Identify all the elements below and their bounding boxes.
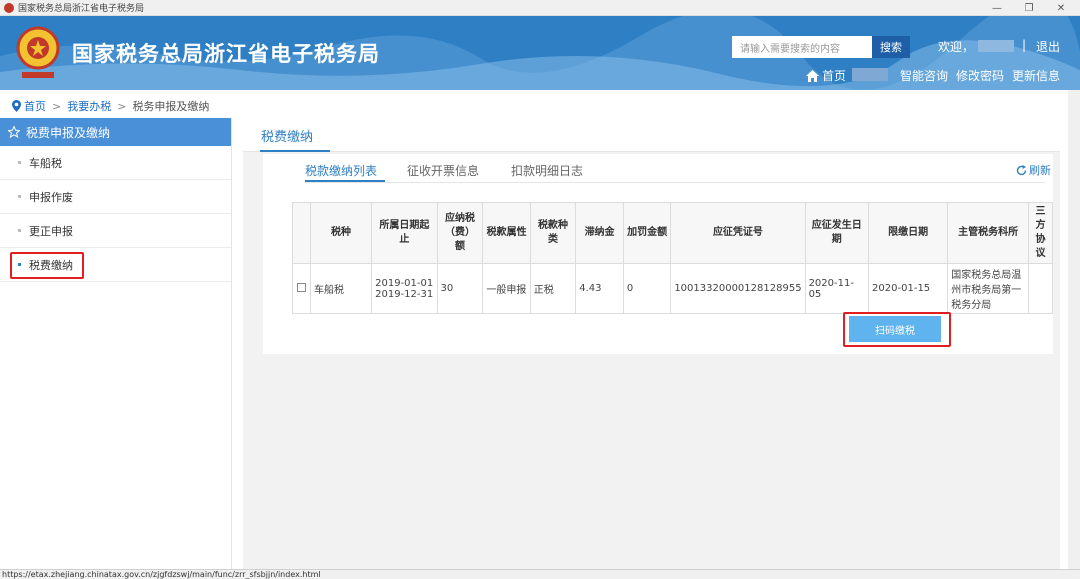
bullet-icon	[18, 229, 21, 232]
cell-occur-date: 2020-11-05	[804, 263, 870, 314]
sidebar: 税费申报及缴纳 车船税 申报作废 更正申报 税费缴纳	[0, 118, 232, 569]
refresh-label: 刷新	[1029, 164, 1051, 177]
site-header: 国家税务总局浙江省电子税务局 请输入需要搜索的内容 搜索 欢迎， | 退出 首页…	[0, 16, 1080, 90]
payment-table: 税种 所属日期起止 应纳税（费）额 税款属性 税款种类 滞纳金 加罚金额 应征凭…	[292, 202, 1053, 314]
search-input[interactable]: 请输入需要搜索的内容	[732, 36, 872, 58]
col-office: 主管税务科所	[947, 202, 1030, 264]
home-label: 首页	[822, 69, 847, 83]
cell-penalty: 0	[622, 263, 672, 314]
welcome-text: 欢迎，	[938, 40, 975, 54]
highlight-box	[843, 312, 951, 347]
payment-card: 税款缴纳列表 征收开票信息 扣款明细日志 刷新 税种 所属日期起止 应纳税（费）…	[263, 154, 1053, 354]
cell-late-fee: 4.43	[575, 263, 624, 314]
title-underline	[260, 150, 330, 152]
cell-voucher: 10013320000128128955	[670, 263, 806, 314]
window-title: 国家税务总局浙江省电子税务局	[18, 4, 145, 14]
logout-link[interactable]: 退出	[1036, 38, 1060, 55]
col-late-fee: 滞纳金	[575, 202, 624, 264]
location-pin-icon	[12, 100, 21, 112]
change-password-link[interactable]: 修改密码	[956, 67, 1004, 84]
update-info-link[interactable]: 更新信息	[1012, 67, 1060, 84]
app-emblem-icon	[4, 2, 14, 13]
row-select-cell	[292, 263, 311, 314]
main-header: 税费缴纳	[243, 118, 1060, 152]
col-select	[292, 202, 311, 264]
bullet-icon	[18, 195, 21, 198]
cell-office: 国家税务总局温州市税务局第一税务分局	[947, 263, 1030, 314]
col-penalty: 加罚金额	[622, 202, 672, 264]
main-panel: 税费缴纳 税款缴纳列表 征收开票信息 扣款明细日志 刷新 税种 所属日期起止 应…	[243, 118, 1060, 569]
cell-kind: 正税	[529, 263, 577, 314]
star-icon	[8, 126, 20, 138]
sidebar-item-tax-payment[interactable]: 税费缴纳	[0, 248, 231, 282]
page-title: 税费缴纳	[261, 130, 314, 145]
sidebar-item-label: 车船税	[29, 156, 62, 170]
breadcrumb-current: 税务申报及缴纳	[132, 100, 210, 113]
search-button[interactable]: 搜索	[872, 36, 910, 58]
col-deadline: 限缴日期	[868, 202, 949, 264]
header-separator: |	[1022, 38, 1027, 52]
org-redacted	[852, 68, 888, 81]
breadcrumb: 首页 > 我要办税 > 税务申报及缴纳	[12, 98, 209, 114]
smart-consult-link[interactable]: 智能咨询	[900, 67, 948, 84]
sidebar-header-label: 税费申报及缴纳	[26, 125, 111, 140]
col-attribute: 税款属性	[482, 202, 531, 264]
sidebar-item-vehicle-tax[interactable]: 车船税	[0, 146, 231, 180]
cell-tax-type: 车船税	[309, 263, 373, 314]
col-kind: 税款种类	[529, 202, 577, 264]
col-voucher: 应征凭证号	[670, 202, 806, 264]
minimize-button[interactable]: —	[980, 0, 1014, 16]
vertical-scrollbar[interactable]	[1068, 90, 1080, 569]
col-occur-date: 应征发生日期	[804, 202, 870, 264]
restore-button[interactable]: ❐	[1012, 0, 1046, 16]
sidebar-item-label: 申报作废	[29, 190, 73, 204]
cell-attribute: 一般申报	[482, 263, 531, 314]
row-checkbox[interactable]	[296, 282, 306, 292]
breadcrumb-tax-service[interactable]: 我要办税	[67, 98, 111, 114]
cell-deadline: 2020-01-15	[868, 263, 949, 314]
home-link[interactable]: 首页	[806, 67, 846, 84]
cell-period: 2019-01-01 2019-12-31	[371, 263, 438, 314]
cell-amount: 30	[436, 263, 484, 314]
tab-deduction-log[interactable]: 扣款明细日志	[511, 162, 583, 179]
tab-payment-list[interactable]: 税款缴纳列表	[305, 162, 377, 179]
col-amount: 应纳税（费）额	[436, 202, 484, 264]
table-row: 车船税 2019-01-01 2019-12-31 30 一般申报 正税 4.4…	[292, 263, 1053, 314]
bullet-icon	[18, 161, 21, 164]
site-title: 国家税务总局浙江省电子税务局	[72, 42, 380, 66]
breadcrumb-home[interactable]: 首页	[24, 98, 46, 114]
tab-invoice-info[interactable]: 征收开票信息	[407, 162, 479, 179]
refresh-icon	[1016, 164, 1027, 175]
breadcrumb-separator: >	[52, 99, 62, 113]
breadcrumb-separator: >	[117, 99, 127, 113]
sidebar-item-label: 更正申报	[29, 224, 73, 238]
col-period: 所属日期起止	[371, 202, 438, 264]
tabs-divider	[305, 182, 1045, 183]
home-icon	[806, 69, 819, 82]
sidebar-item-correct-declaration[interactable]: 更正申报	[0, 214, 231, 248]
highlight-box	[10, 252, 84, 279]
refresh-button[interactable]: 刷新	[1016, 162, 1051, 178]
active-tab-indicator	[305, 180, 385, 182]
table-header-row: 税种 所属日期起止 应纳税（费）额 税款属性 税款种类 滞纳金 加罚金额 应征凭…	[292, 202, 1053, 264]
col-tripartite: 三方协议	[1028, 202, 1053, 264]
username-redacted	[978, 40, 1014, 52]
window-titlebar: 国家税务总局浙江省电子税务局 — ❐ ✕	[0, 0, 1080, 16]
close-button[interactable]: ✕	[1044, 0, 1078, 16]
status-bar-url: https://etax.zhejiang.chinatax.gov.cn/zj…	[0, 569, 1080, 579]
col-tax-type: 税种	[309, 202, 373, 264]
cell-tripartite	[1028, 263, 1053, 314]
sidebar-header[interactable]: 税费申报及缴纳	[0, 118, 231, 146]
tax-emblem-icon	[16, 26, 60, 78]
sidebar-item-void-declaration[interactable]: 申报作废	[0, 180, 231, 214]
